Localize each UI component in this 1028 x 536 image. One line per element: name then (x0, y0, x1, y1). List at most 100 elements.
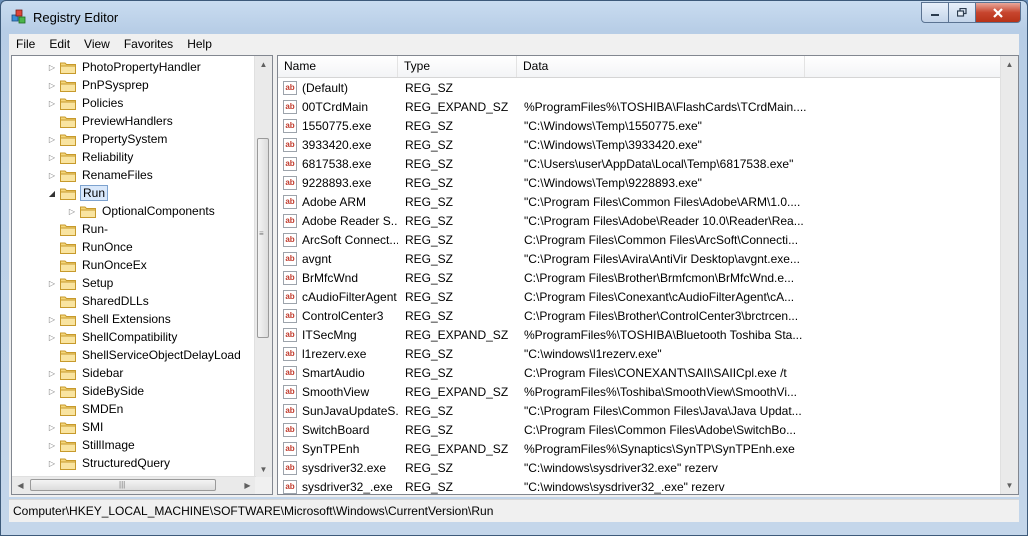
tree-item[interactable]: ▷ Reliability (46, 148, 135, 166)
tree-item[interactable]: ▷ PropertySystem (46, 130, 169, 148)
collapsed-triangle-icon[interactable]: ▷ (46, 274, 58, 292)
tree-item[interactable]: ▷ ShellCompatibility (46, 328, 179, 346)
value-row[interactable]: ab l1rezerv.exe REG_SZ "C:\windows\l1rezerv… (278, 345, 1002, 364)
tree-item[interactable]: RunOnce (46, 238, 135, 256)
expanded-triangle-icon[interactable]: ◢ (46, 184, 58, 202)
tree-item[interactable]: ▷ Shell Extensions (46, 310, 173, 328)
scroll-right-arrow-icon[interactable]: ▶ (239, 477, 256, 494)
tree-item[interactable]: ▷ Policies (46, 94, 125, 112)
close-icon (993, 7, 1003, 18)
value-row[interactable]: ab SwitchBoard REG_SZ C:\Program Files\Comm… (278, 421, 1002, 440)
value-row[interactable]: ab sysdriver32_.exe REG_SZ "C:\windows\sysd… (278, 478, 1002, 494)
tree-item[interactable]: ▷ RenameFiles (46, 166, 155, 184)
tree-item[interactable]: ▷ StructuredQuery (46, 454, 172, 472)
value-name: 9228893.exe (302, 176, 372, 190)
column-header-type[interactable]: Type (398, 56, 517, 77)
value-row[interactable]: ab 1550775.exe REG_SZ "C:\Windows\Temp\1550… (278, 117, 1002, 136)
collapsed-triangle-icon[interactable]: ▷ (46, 130, 58, 148)
tree-item[interactable]: PreviewHandlers (46, 112, 175, 130)
value-type: REG_SZ (405, 157, 454, 171)
minimize-button[interactable] (921, 2, 949, 23)
value-row[interactable]: ab cAudioFilterAgent REG_SZ C:\Program File… (278, 288, 1002, 307)
scroll-down-arrow-icon[interactable]: ▼ (255, 461, 272, 478)
value-row[interactable]: ab SmoothView REG_EXPAND_SZ %ProgramFiles%\… (278, 383, 1002, 402)
tree-item[interactable]: Run- (46, 220, 110, 238)
value-row[interactable]: ab SunJavaUpdateS... REG_SZ "C:\Program Fil… (278, 402, 1002, 421)
values-list-pane[interactable]: Name Type Data ab (Default) REG_SZ ab 00TCrd… (277, 55, 1019, 495)
tree-horizontal-scrollbar[interactable]: ◀ ||| ▶ (12, 476, 256, 494)
value-type: REG_SZ (405, 423, 454, 437)
tree-item-label: Run (80, 185, 109, 201)
tree-vertical-scroll-thumb[interactable]: ≡ (257, 138, 269, 338)
collapsed-triangle-icon[interactable]: ▷ (46, 148, 58, 166)
column-header-data[interactable]: Data (517, 56, 805, 77)
tree-item[interactable]: ▷ StillImage (46, 436, 137, 454)
tree-horizontal-scroll-thumb[interactable]: ||| (30, 479, 216, 491)
collapsed-triangle-icon[interactable]: ▷ (46, 418, 58, 436)
value-row[interactable]: ab ITSecMng REG_EXPAND_SZ %ProgramFiles%\TO… (278, 326, 1002, 345)
tree-item-label: Shell Extensions (82, 312, 171, 326)
value-row[interactable]: ab Adobe ARM REG_SZ "C:\Program Files\Commo… (278, 193, 1002, 212)
tree-item[interactable]: ▷ SMI (46, 418, 105, 436)
tree-vertical-scrollbar[interactable]: ▲ ≡ ▼ (254, 56, 272, 478)
tree-item[interactable]: SMDEn (46, 400, 125, 418)
collapsed-triangle-icon[interactable]: ▷ (46, 454, 58, 472)
menu-help[interactable]: Help (180, 37, 219, 51)
tree-item[interactable]: ▷ Setup (46, 274, 115, 292)
value-row[interactable]: ab ControlCenter3 REG_SZ C:\Program Files\B… (278, 307, 1002, 326)
window-title: Registry Editor (33, 10, 119, 25)
tree-item[interactable]: ▷ SideBySide (46, 382, 146, 400)
collapsed-triangle-icon[interactable]: ▷ (46, 94, 58, 112)
tree-item[interactable]: SharedDLLs (46, 292, 151, 310)
tree-item-label: RunOnce (82, 240, 133, 254)
scrollbar-corner (255, 477, 272, 494)
tree-item[interactable]: ▷ Sidebar (46, 364, 125, 382)
tree-item[interactable]: ◢ Run (46, 184, 109, 202)
collapsed-triangle-icon[interactable]: ▷ (46, 58, 58, 76)
string-value-ab-icon: ab (283, 195, 297, 209)
value-row[interactable]: ab 6817538.exe REG_SZ "C:\Users\user\AppDat… (278, 155, 1002, 174)
collapsed-triangle-icon[interactable]: ▷ (46, 166, 58, 184)
scroll-left-arrow-icon[interactable]: ◀ (12, 477, 29, 494)
tree-item[interactable]: ▷ PnPSysprep (46, 76, 151, 94)
collapsed-triangle-icon[interactable]: ▷ (46, 382, 58, 400)
column-header-name[interactable]: Name (278, 56, 398, 77)
collapsed-triangle-icon[interactable]: ▷ (46, 436, 58, 454)
tree-item[interactable]: ▷ OptionalComponents (66, 202, 217, 220)
tree-item[interactable]: ShellServiceObjectDelayLoad (46, 346, 243, 364)
value-name: SunJavaUpdateS... (302, 404, 398, 418)
minimize-icon (931, 13, 939, 16)
value-row[interactable]: ab 3933420.exe REG_SZ "C:\Windows\Temp\3933… (278, 136, 1002, 155)
value-row[interactable]: ab ArcSoft Connect... REG_SZ C:\Program Fil… (278, 231, 1002, 250)
value-row[interactable]: ab 00TCrdMain REG_EXPAND_SZ %ProgramFiles%\… (278, 98, 1002, 117)
value-row[interactable]: ab SynTPEnh REG_EXPAND_SZ %ProgramFiles%\Sy… (278, 440, 1002, 459)
tree-item-label: PnPSysprep (82, 78, 149, 92)
value-row[interactable]: ab Adobe Reader S... REG_SZ "C:\Program Fil… (278, 212, 1002, 231)
menu-edit[interactable]: Edit (42, 37, 77, 51)
scroll-up-arrow-icon[interactable]: ▲ (1001, 56, 1018, 73)
value-row[interactable]: ab 9228893.exe REG_SZ "C:\Windows\Temp\9228… (278, 174, 1002, 193)
menu-view[interactable]: View (77, 37, 117, 51)
close-button[interactable] (976, 2, 1021, 23)
menu-file[interactable]: File (9, 37, 42, 51)
collapsed-triangle-icon[interactable]: ▷ (46, 328, 58, 346)
collapsed-triangle-icon[interactable]: ▷ (66, 202, 78, 220)
tree-item[interactable]: ▷ PhotoPropertyHandler (46, 58, 203, 76)
title-bar[interactable]: Registry Editor (1, 1, 1027, 33)
value-row[interactable]: ab (Default) REG_SZ (278, 79, 1002, 98)
scroll-up-arrow-icon[interactable]: ▲ (255, 56, 272, 73)
collapsed-triangle-icon[interactable]: ▷ (46, 364, 58, 382)
client-area: ▷ PhotoPropertyHandler ▷ PnPSysprep ▷ Policie… (9, 53, 1019, 497)
value-row[interactable]: ab avgnt REG_SZ "C:\Program Files\Avira\Ant… (278, 250, 1002, 269)
collapsed-triangle-icon[interactable]: ▷ (46, 310, 58, 328)
scroll-down-arrow-icon[interactable]: ▼ (1001, 477, 1018, 494)
value-row[interactable]: ab BrMfcWnd REG_SZ C:\Program Files\Brother… (278, 269, 1002, 288)
value-row[interactable]: ab SmartAudio REG_SZ C:\Program Files\CONEX… (278, 364, 1002, 383)
menu-favorites[interactable]: Favorites (117, 37, 180, 51)
value-row[interactable]: ab sysdriver32.exe REG_SZ "C:\windows\sysdr… (278, 459, 1002, 478)
tree-item[interactable]: RunOnceEx (46, 256, 149, 274)
maximize-button[interactable] (949, 2, 976, 23)
collapsed-triangle-icon[interactable]: ▷ (46, 76, 58, 94)
key-tree-pane[interactable]: ▷ PhotoPropertyHandler ▷ PnPSysprep ▷ Policie… (11, 55, 273, 495)
values-vertical-scrollbar[interactable]: ▲ ▼ (1000, 56, 1018, 494)
